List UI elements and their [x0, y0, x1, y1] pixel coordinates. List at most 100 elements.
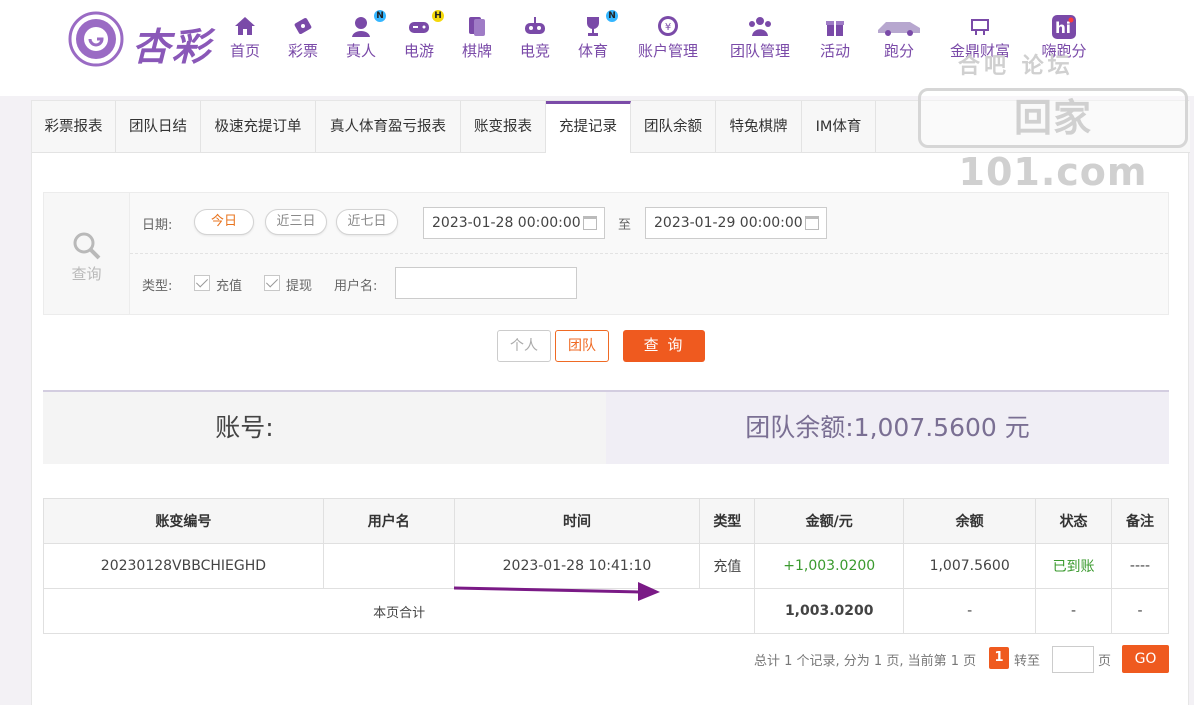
range-today-button[interactable]: 今日	[194, 209, 254, 235]
nav-sports[interactable]: N 体育	[576, 10, 618, 61]
start-date-value: 2023-01-28 00:00:00	[432, 215, 581, 231]
tab-live-sports-pnl[interactable]: 真人体育盈亏报表	[316, 101, 461, 153]
col-note: 备注	[1111, 498, 1169, 544]
col-transaction-id: 账变编号	[43, 498, 324, 544]
nav-activity[interactable]: 活动	[818, 14, 852, 61]
username-label: 用户名:	[334, 279, 378, 294]
lottery-icon	[286, 14, 320, 38]
cell-amount: +1,003.0200	[754, 543, 905, 589]
badge-hot: H	[432, 10, 444, 22]
svg-text:hi: hi	[1055, 19, 1071, 37]
withdraw-label: 提现	[286, 279, 313, 294]
tab-lottery-report[interactable]: 彩票报表	[32, 101, 116, 153]
cell-balance: 1,007.5600	[903, 543, 1037, 589]
cards-icon	[460, 14, 494, 38]
cell-total-label: 本页合计	[42, 588, 756, 634]
nav-chess[interactable]: 棋牌	[460, 14, 494, 61]
nav-live[interactable]: N 真人	[344, 10, 386, 61]
nav-team[interactable]: 团队管理	[726, 14, 794, 61]
svg-text:¥: ¥	[665, 22, 671, 33]
filter-fields: 日期: 今日 近三日 近七日 2023-01-28 00:00:00 至 202…	[130, 193, 1168, 314]
query-filter: 查询 日期: 今日 近三日 近七日 2023-01-28 00:00:00 至 …	[43, 192, 1169, 315]
nav-home[interactable]: 首页	[228, 14, 262, 61]
personal-scope-button[interactable]: 个人	[497, 330, 551, 362]
nav-label: 体育	[577, 42, 608, 60]
go-button[interactable]: GO	[1122, 645, 1169, 673]
cell-total-amount: 1,003.0200	[754, 588, 905, 634]
nav-esports[interactable]: 电竞	[518, 14, 552, 61]
gift-icon	[818, 14, 852, 38]
nav-label: 账户管理	[637, 42, 698, 60]
username-input[interactable]	[395, 267, 577, 299]
team-balance: 团队余额:1,007.5600 元	[606, 392, 1169, 464]
goto-page-input[interactable]	[1052, 646, 1094, 673]
type-label: 类型:	[142, 279, 173, 294]
withdraw-checkbox[interactable]	[264, 275, 280, 291]
nav-label: 团队管理	[729, 42, 790, 60]
query-section-label: 查询	[44, 193, 130, 314]
report-tabs: 彩票报表 团队日结 极速充提订单 真人体育盈亏报表 账变报表 充提记录 团队余额…	[32, 101, 1190, 153]
tab-account-changes[interactable]: 账变报表	[461, 101, 546, 153]
deposit-checkbox[interactable]	[194, 275, 210, 291]
calendar-icon	[583, 216, 597, 230]
col-balance: 余额	[903, 498, 1037, 544]
table-header-row: 账变编号 用户名 时间 类型 金额/元 余额 状态 备注	[43, 498, 1169, 544]
account-value-redacted	[274, 416, 434, 442]
tab-im-sports[interactable]: IM体育	[802, 101, 876, 153]
nav-label: 跑分	[883, 42, 914, 60]
nav-label: 电竞	[519, 42, 550, 60]
search-button[interactable]: 查 询	[623, 330, 705, 362]
team-scope-button[interactable]: 团队	[555, 330, 609, 362]
range-3days-button[interactable]: 近三日	[265, 209, 327, 235]
nav-label: 真人	[345, 42, 376, 60]
cell-total-status: -	[1035, 588, 1113, 634]
team-icon	[726, 14, 794, 38]
col-amount: 金额/元	[754, 498, 905, 544]
table-row: 20230128VBBCHIEGHD 2023-01-28 10:41:10 充…	[43, 543, 1169, 589]
cell-username	[322, 543, 455, 589]
brand-name: 杏彩	[132, 25, 213, 69]
nav-account[interactable]: ¥ 账户管理	[634, 14, 702, 61]
tab-deposit-records[interactable]: 充提记录	[546, 101, 631, 153]
col-type: 类型	[699, 498, 756, 544]
query-label: 查询	[71, 265, 102, 283]
live-dealer-icon: N	[344, 10, 386, 38]
page-unit-label: 页	[1098, 654, 1112, 669]
nav-label: 电游	[403, 42, 434, 60]
nav-paofen[interactable]: 跑分	[876, 14, 922, 61]
home-icon	[228, 14, 262, 38]
cell-type: 充值	[699, 543, 756, 589]
start-date-input[interactable]: 2023-01-28 00:00:00	[423, 207, 605, 239]
col-time: 时间	[453, 498, 701, 544]
cell-time: 2023-01-28 10:41:10	[453, 543, 701, 589]
records-table: 账变编号 用户名 时间 类型 金额/元 余额 状态 备注 20230128VBB…	[42, 498, 1169, 634]
hi-icon: hi	[1038, 14, 1090, 39]
badge-new: N	[606, 10, 618, 22]
table-total-row: 本页合计 1,003.0200 - - -	[42, 588, 1169, 634]
cell-status: 已到账	[1035, 543, 1113, 589]
brand-logo[interactable]: 杏彩	[66, 10, 216, 70]
tab-fast-deposit-orders[interactable]: 极速充提订单	[201, 101, 316, 153]
trophy-icon: N	[576, 10, 618, 38]
current-page-badge[interactable]: 1	[989, 647, 1009, 669]
nav-slots[interactable]: H 电游	[402, 10, 444, 61]
cell-transaction-id: 20230128VBBCHIEGHD	[43, 543, 324, 589]
date-row: 日期: 今日 近三日 近七日 2023-01-28 00:00:00 至 202…	[130, 193, 1168, 254]
pagination-summary: 总计 1 个记录, 分为 1 页, 当前第 1 页	[754, 654, 977, 669]
tab-team-balance[interactable]: 团队余额	[631, 101, 716, 153]
end-date-input[interactable]: 2023-01-29 00:00:00	[645, 207, 827, 239]
tab-team-daily[interactable]: 团队日结	[116, 101, 201, 153]
nav-label: 活动	[819, 42, 850, 60]
account-info: 账号:	[43, 392, 606, 464]
cell-note: ----	[1111, 543, 1169, 589]
range-7days-button[interactable]: 近七日	[336, 209, 398, 235]
tab-tetu-chess[interactable]: 特兔棋牌	[716, 101, 802, 153]
search-icon	[73, 232, 100, 260]
nav-label: 彩票	[287, 42, 318, 60]
badge-new: N	[374, 10, 386, 22]
watermark-forum-text: 合吧 论坛	[958, 54, 1074, 79]
gamepad-icon: H	[402, 10, 444, 38]
date-label: 日期:	[142, 218, 173, 233]
nav-lottery[interactable]: 彩票	[286, 14, 320, 61]
cell-total-balance: -	[903, 588, 1037, 634]
